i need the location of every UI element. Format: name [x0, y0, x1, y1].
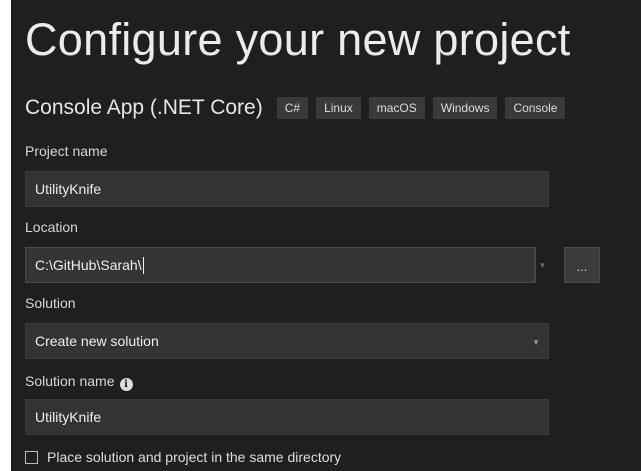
solution-label: Solution [25, 295, 76, 311]
template-name: Console App (.NET Core) [25, 96, 263, 119]
solution-name-label-row: Solution name i [25, 373, 133, 391]
same-directory-label: Place solution and project in the same d… [47, 449, 342, 465]
configure-project-dialog: Configure your new project Console App (… [11, 0, 641, 471]
project-name-field[interactable]: UtilityKnife [25, 171, 549, 207]
tag-macos: macOS [368, 97, 425, 119]
same-directory-option[interactable]: Place solution and project in the same d… [25, 449, 341, 465]
text-caret [142, 256, 144, 274]
chevron-down-icon: ▼ [538, 260, 547, 270]
solution-selected-value: Create new solution [35, 333, 159, 349]
location-dropdown-button[interactable]: ▼ [535, 247, 549, 283]
project-name-label: Project name [25, 143, 108, 159]
tag-language: C# [276, 97, 309, 119]
project-name-value: UtilityKnife [35, 181, 102, 197]
location-field[interactable]: C:\GitHub\Sarah\ [25, 247, 535, 283]
location-value: C:\GitHub\Sarah\ [35, 257, 142, 273]
solution-name-field[interactable]: UtilityKnife [25, 399, 549, 435]
tag-console: Console [505, 97, 566, 119]
same-directory-checkbox[interactable] [25, 450, 38, 464]
solution-name-label: Solution name [25, 373, 115, 389]
tag-linux: Linux [316, 97, 361, 119]
solution-name-value: UtilityKnife [35, 409, 102, 425]
info-icon[interactable]: i [119, 378, 133, 391]
template-summary: Console App (.NET Core) C# Linux macOS W… [25, 93, 573, 123]
browse-location-button[interactable]: ... [564, 247, 600, 283]
tag-windows: Windows [432, 97, 498, 119]
solution-select[interactable]: Create new solution ▼ [25, 323, 549, 359]
page-title: Configure your new project [25, 14, 571, 65]
chevron-down-icon: ▼ [532, 337, 540, 347]
location-label: Location [25, 219, 78, 235]
